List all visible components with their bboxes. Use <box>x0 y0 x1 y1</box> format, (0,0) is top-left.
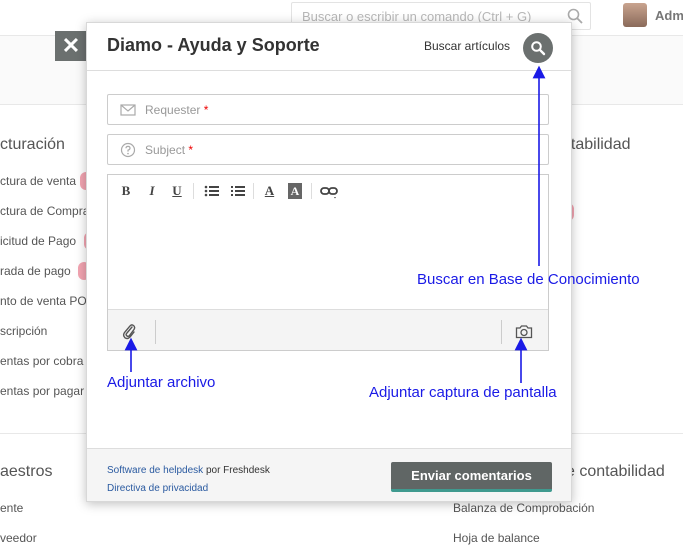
list-item[interactable]: veedor <box>0 531 37 545</box>
search-icon <box>531 41 546 56</box>
envelope-icon <box>120 104 136 116</box>
bold-button[interactable]: B <box>120 183 132 199</box>
subject-field[interactable]: Subject * <box>107 134 549 165</box>
search-articles-label[interactable]: Buscar artículos <box>424 39 510 53</box>
annotation-search-kb: Buscar en Base de Conocimiento <box>417 271 640 288</box>
section-heading-masters: aestros <box>0 463 53 480</box>
annotation-attach-screenshot: Adjuntar captura de pantalla <box>369 384 557 401</box>
avatar[interactable] <box>623 3 647 27</box>
search-articles-button[interactable] <box>523 33 553 63</box>
list-item[interactable]: entas por pagar <box>0 384 84 398</box>
footer-links: Software de helpdesk por Freshdesk Direc… <box>107 462 270 498</box>
editor-footer <box>108 309 548 350</box>
list-item[interactable]: ente <box>0 501 23 515</box>
section-heading-billing: cturación <box>0 136 65 153</box>
section-heading-accounting-reports: e contabilidad <box>566 463 665 480</box>
list-item[interactable]: ctura de venta <box>0 174 76 188</box>
paperclip-icon[interactable] <box>122 322 136 340</box>
toolbar-divider <box>311 183 312 199</box>
modal-header: Diamo - Ayuda y Soporte Buscar artículos <box>87 23 571 71</box>
list-item[interactable]: Balanza de Comprobación <box>453 501 594 515</box>
list-item[interactable]: icitud de Pago <box>0 234 76 248</box>
close-button[interactable]: ✕ <box>55 31 87 61</box>
editor-toolbar: B I U A A <box>108 175 548 207</box>
link-icon[interactable] <box>320 183 338 199</box>
requester-field[interactable]: Requester * <box>107 94 549 125</box>
annotation-attach-file: Adjuntar archivo <box>107 374 216 391</box>
toolbar-divider <box>193 183 194 199</box>
list-item[interactable]: ctura de Compra <box>0 204 89 218</box>
privacy-policy-link[interactable]: Directiva de privacidad <box>107 483 208 494</box>
list-item[interactable]: scripción <box>0 324 47 338</box>
helpdesk-software-link[interactable]: Software de helpdesk <box>107 465 203 476</box>
footer-divider <box>155 320 156 344</box>
list-item[interactable]: Hoja de balance <box>453 531 540 545</box>
underline-button[interactable]: U <box>171 183 183 199</box>
description-editor[interactable]: B I U A A <box>107 174 549 351</box>
modal-title: Diamo - Ayuda y Soporte <box>107 35 320 55</box>
powered-by-text: por Freshdesk <box>205 465 270 476</box>
requester-placeholder: Requester * <box>145 103 209 117</box>
question-circle-icon <box>120 142 136 158</box>
section-heading-accounting: ntabilidad <box>562 136 631 153</box>
list-item[interactable]: entas por cobra <box>0 354 83 368</box>
italic-button[interactable]: I <box>146 183 158 199</box>
camera-icon[interactable] <box>515 324 533 339</box>
footer-divider <box>501 320 502 344</box>
font-color-button[interactable]: A <box>263 183 276 199</box>
modal-footer: Software de helpdesk por Freshdesk Direc… <box>87 448 571 501</box>
list-item[interactable]: rada de pago <box>0 264 71 278</box>
list-item[interactable]: nto de venta PO <box>0 294 87 308</box>
bullet-list-icon[interactable] <box>204 183 220 199</box>
background-color-button[interactable]: A <box>288 183 302 199</box>
send-feedback-button[interactable]: Enviar comentarios <box>391 462 552 492</box>
subject-placeholder: Subject * <box>145 143 194 157</box>
help-support-modal: Diamo - Ayuda y Soporte Buscar artículos… <box>86 22 572 502</box>
user-name[interactable]: Adm <box>655 8 683 23</box>
toolbar-divider <box>253 183 254 199</box>
numbered-list-icon[interactable] <box>230 183 246 199</box>
